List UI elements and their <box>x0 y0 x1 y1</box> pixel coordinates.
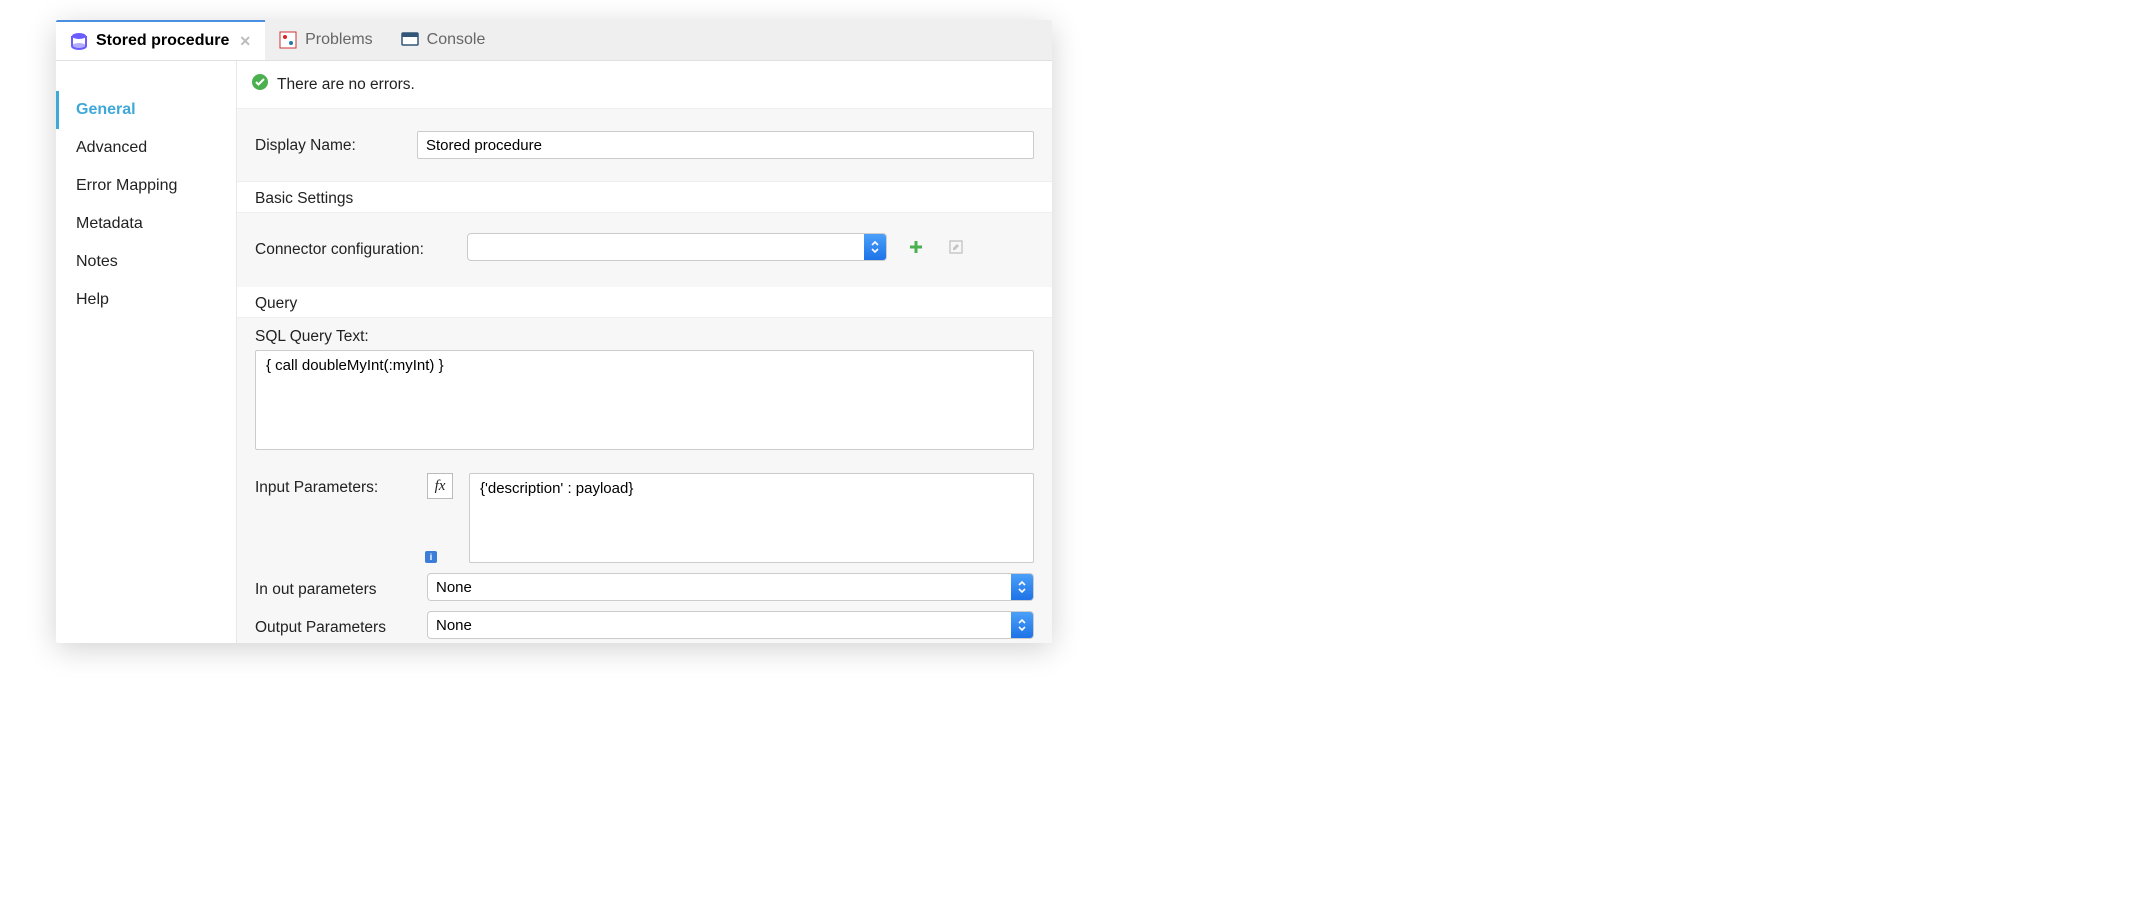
sidebar-item-general[interactable]: General <box>56 91 236 129</box>
sidebar-item-error-mapping[interactable]: Error Mapping <box>56 167 236 205</box>
basic-settings-group: Connector configuration: <box>237 212 1052 287</box>
connector-config-input[interactable] <box>467 233 887 261</box>
sidebar: General Advanced Error Mapping Metadata … <box>56 61 236 643</box>
output-params-label: Output Parameters <box>255 613 415 637</box>
sidebar-item-help[interactable]: Help <box>56 281 236 319</box>
tab-label: Stored procedure <box>96 32 229 50</box>
close-icon[interactable]: ✕ <box>239 33 251 50</box>
info-icon[interactable]: i <box>425 551 437 563</box>
input-params-text[interactable] <box>469 473 1034 563</box>
fx-button[interactable]: fx <box>427 473 453 499</box>
basic-settings-title: Basic Settings <box>237 182 1052 212</box>
display-name-input[interactable] <box>417 131 1034 159</box>
edit-config-button[interactable] <box>945 236 967 258</box>
editor-window: Stored procedure ✕ Problems Console Gene… <box>56 20 1052 643</box>
content-area: General Advanced Error Mapping Metadata … <box>56 61 1052 643</box>
sidebar-item-metadata[interactable]: Metadata <box>56 205 236 243</box>
main-panel: There are no errors. Display Name: Basic… <box>236 61 1052 643</box>
problems-icon <box>279 31 297 49</box>
display-name-label: Display Name: <box>255 131 405 155</box>
query-group: SQL Query Text: Input Parameters: fx i I… <box>237 317 1052 643</box>
in-out-params-label: In out parameters <box>255 575 415 599</box>
connector-config-select[interactable] <box>467 233 887 261</box>
tab-console[interactable]: Console <box>387 20 500 60</box>
input-params-label: Input Parameters: <box>255 473 415 497</box>
in-out-params-input[interactable] <box>427 573 1034 601</box>
dropdown-toggle-icon[interactable] <box>1011 612 1033 638</box>
sql-query-text[interactable] <box>255 350 1034 450</box>
tab-label: Console <box>427 31 486 49</box>
tab-stored-procedure[interactable]: Stored procedure ✕ <box>56 20 265 60</box>
tab-problems[interactable]: Problems <box>265 20 387 60</box>
sql-label: SQL Query Text: <box>255 328 1034 346</box>
sidebar-item-notes[interactable]: Notes <box>56 243 236 281</box>
console-icon <box>401 31 419 49</box>
display-name-section: Display Name: <box>237 108 1052 182</box>
ok-icon <box>251 73 269 96</box>
tab-bar: Stored procedure ✕ Problems Console <box>56 20 1052 61</box>
tab-label: Problems <box>305 31 373 49</box>
status-text: There are no errors. <box>277 76 415 94</box>
dropdown-toggle-icon[interactable] <box>1011 574 1033 600</box>
database-icon <box>70 32 88 50</box>
query-title: Query <box>237 287 1052 317</box>
sidebar-item-advanced[interactable]: Advanced <box>56 129 236 167</box>
dropdown-toggle-icon[interactable] <box>864 234 886 260</box>
in-out-params-select[interactable] <box>427 573 1034 601</box>
status-row: There are no errors. <box>237 61 1052 108</box>
connector-config-label: Connector configuration: <box>255 235 455 259</box>
output-params-select[interactable] <box>427 611 1034 639</box>
add-config-button[interactable] <box>905 236 927 258</box>
output-params-input[interactable] <box>427 611 1034 639</box>
